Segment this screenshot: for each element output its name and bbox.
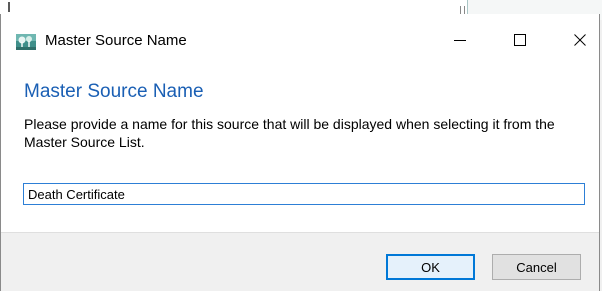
source-name-input[interactable] [23, 183, 585, 205]
dialog-heading: Master Source Name [24, 81, 204, 102]
maximize-button[interactable] [497, 24, 543, 56]
close-icon [574, 34, 586, 46]
minimize-icon [454, 40, 466, 41]
background-divider [8, 2, 10, 12]
close-button[interactable] [557, 24, 602, 56]
dialog-titlebar[interactable]: Master Source Name [1, 14, 599, 64]
screen: Master Source Name Master Source Name Pl… [0, 0, 602, 291]
dialog-content: Master Source Name Please provide a name… [1, 64, 599, 232]
app-tree-icon [16, 34, 36, 50]
maximize-icon [514, 34, 526, 46]
dialog-description: Please provide a name for this source th… [24, 116, 555, 150]
cancel-button[interactable]: Cancel [492, 254, 581, 280]
ok-button[interactable]: OK [386, 254, 475, 280]
window-title: Master Source Name [45, 32, 187, 49]
minimize-button[interactable] [437, 24, 483, 56]
dialog-footer: OK Cancel [1, 232, 599, 291]
master-source-name-dialog: Master Source Name Master Source Name Pl… [0, 14, 600, 291]
